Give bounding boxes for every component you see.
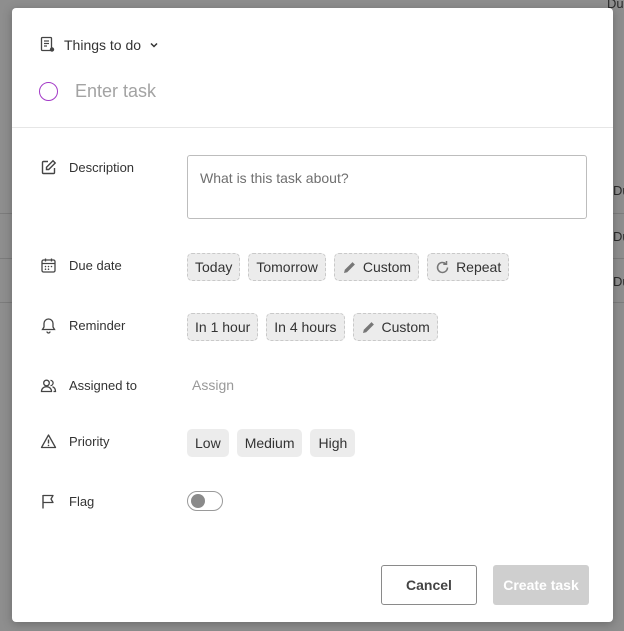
reminder-label-row: Reminder <box>40 317 125 334</box>
assigned-to-label-row: Assigned to <box>40 377 137 394</box>
list-name: Things to do <box>64 36 142 53</box>
task-title-input[interactable] <box>73 80 477 103</box>
background-column-label: Du <box>613 183 624 198</box>
dialog-header: Things to do <box>12 8 613 128</box>
reminder-custom-chip[interactable]: Custom <box>352 313 438 341</box>
list-picker[interactable]: Things to do <box>39 36 159 53</box>
reminder-custom-label: Custom <box>381 319 430 335</box>
bell-icon <box>40 317 57 334</box>
users-icon <box>40 377 57 394</box>
warning-icon <box>40 433 57 450</box>
background-column-label: Du <box>613 229 624 244</box>
due-custom-label: Custom <box>362 259 412 275</box>
toggle-knob <box>191 494 205 508</box>
assigned-to-label: Assigned to <box>69 378 137 393</box>
pencil-icon <box>361 320 376 335</box>
priority-low-chip[interactable]: Low <box>187 429 229 457</box>
task-title-row <box>39 80 477 103</box>
repeat-icon <box>435 260 450 275</box>
description-label: Description <box>69 160 135 175</box>
reminder-options: In 1 hour In 4 hours Custom <box>187 313 438 341</box>
priority-high-chip[interactable]: High <box>310 429 356 457</box>
task-complete-circle[interactable] <box>39 82 58 101</box>
create-task-button[interactable]: Create task <box>493 565 589 605</box>
due-custom-chip[interactable]: Custom <box>333 253 420 281</box>
due-date-options: Today Tomorrow Custom Repeat <box>187 253 510 281</box>
cancel-button[interactable]: Cancel <box>381 565 477 605</box>
due-date-label-row: Due date <box>40 257 122 274</box>
due-today-chip[interactable]: Today <box>187 253 241 281</box>
priority-label: Priority <box>69 434 110 449</box>
due-repeat-label: Repeat <box>456 259 502 275</box>
reminder-1-hour-chip[interactable]: In 1 hour <box>187 313 259 341</box>
reminder-label: Reminder <box>69 318 126 333</box>
edit-icon <box>40 159 57 176</box>
flag-icon <box>40 493 57 510</box>
priority-medium-chip[interactable]: Medium <box>236 429 303 457</box>
priority-options: Low Medium High <box>187 429 356 457</box>
flag-label: Flag <box>69 494 95 509</box>
create-task-dialog: Things to do Description <box>12 8 613 622</box>
calendar-icon <box>40 257 57 274</box>
description-label-row: Description <box>40 159 134 176</box>
list-icon <box>39 36 56 53</box>
due-date-label: Due date <box>69 258 122 273</box>
due-tomorrow-chip[interactable]: Tomorrow <box>248 253 326 281</box>
priority-label-row: Priority <box>40 433 109 450</box>
flag-label-row: Flag <box>40 493 94 510</box>
chevron-down-icon <box>149 40 159 50</box>
flag-toggle[interactable] <box>187 491 223 511</box>
reminder-4-hours-chip[interactable]: In 4 hours <box>266 313 345 341</box>
description-input[interactable] <box>187 155 587 219</box>
assign-picker[interactable]: Assign <box>192 377 234 393</box>
background-column-label: Du <box>613 274 624 289</box>
due-repeat-chip[interactable]: Repeat <box>427 253 510 281</box>
pencil-icon <box>342 260 357 275</box>
